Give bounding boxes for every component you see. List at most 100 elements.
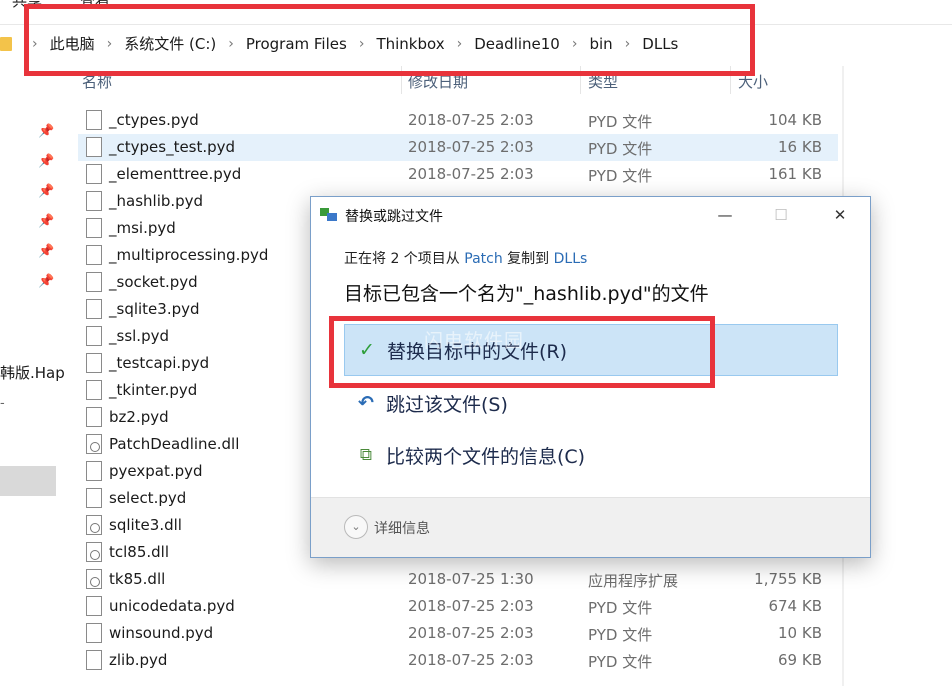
- file-name: sqlite3.dll: [109, 516, 182, 534]
- pin-icon[interactable]: 📌: [38, 184, 54, 199]
- file-name: _ctypes.pyd: [109, 111, 199, 129]
- copy-status: 正在将 2 个项目从 Patch 复制到 DLLs: [344, 248, 587, 268]
- close-button[interactable]: ✕: [826, 203, 854, 227]
- file-type: 应用程序扩展: [588, 572, 679, 590]
- dll-icon: [86, 434, 102, 454]
- file-icon: [86, 623, 102, 643]
- file-name: _tkinter.pyd: [109, 381, 198, 399]
- file-name: PatchDeadline.dll: [109, 435, 240, 453]
- pin-icon[interactable]: 📌: [38, 214, 54, 229]
- file-icon: [86, 191, 102, 211]
- file-row[interactable]: winsound.pyd 2018-07-25 2:03 PYD 文件 10 KB: [78, 620, 838, 647]
- file-type: PYD 文件: [588, 113, 653, 131]
- pin-icon[interactable]: 📌: [38, 124, 54, 139]
- compare-option-label: 比较两个文件的信息(C): [386, 445, 586, 468]
- file-name: _ssl.pyd: [109, 327, 169, 345]
- dll-icon: [86, 542, 102, 562]
- nav-item-selected[interactable]: [0, 466, 56, 496]
- nav-item-label[interactable]: 韩版.Hap: [0, 362, 65, 383]
- dialog-footer: ⌄ 详细信息: [311, 497, 870, 557]
- file-icon: [86, 299, 102, 319]
- dialog-titlebar[interactable]: 替换或跳过文件 — ☐ ✕: [311, 197, 870, 233]
- file-row[interactable]: _ctypes_test.pyd 2018-07-25 2:03 PYD 文件 16 …: [78, 134, 838, 161]
- file-row[interactable]: _elementtree.pyd 2018-07-25 2:03 PYD 文件 161…: [78, 161, 838, 188]
- file-name: _hashlib.pyd: [109, 192, 204, 210]
- file-icon: [86, 353, 102, 373]
- file-date: 2018-07-25 2:03: [408, 165, 534, 183]
- chevron-down-icon[interactable]: ⌄: [344, 515, 368, 539]
- skip-option-label: 跳过该文件(S): [386, 393, 508, 416]
- folder-icon: [0, 36, 12, 51]
- file-size: 674 KB: [768, 597, 822, 615]
- file-type: PYD 文件: [588, 653, 653, 671]
- file-icon: [86, 380, 102, 400]
- file-icon: [86, 218, 102, 238]
- file-icon: [86, 596, 102, 616]
- dialog-title: 替换或跳过文件: [345, 209, 443, 225]
- file-name: bz2.pyd: [109, 408, 169, 426]
- file-name: unicodedata.pyd: [109, 597, 235, 615]
- navigation-pane: 📌 📌 📌 📌 📌 📌 韩版.Hap -: [0, 64, 65, 686]
- file-name: _ctypes_test.pyd: [109, 138, 236, 156]
- file-size: 104 KB: [768, 111, 822, 129]
- file-size: 10 KB: [778, 624, 822, 642]
- copy-files-icon: [320, 208, 338, 222]
- file-row[interactable]: _ctypes.pyd 2018-07-25 2:03 PYD 文件 104 KB: [78, 107, 838, 134]
- compare-files-icon: ⧉: [359, 445, 373, 465]
- file-icon: [86, 137, 102, 157]
- file-icon: [86, 272, 102, 292]
- file-type: PYD 文件: [588, 599, 653, 617]
- file-icon: [86, 245, 102, 265]
- file-type: PYD 文件: [588, 626, 653, 644]
- pin-icon[interactable]: 📌: [38, 154, 54, 169]
- file-name: tk85.dll: [109, 570, 166, 588]
- file-icon: [86, 650, 102, 670]
- file-row[interactable]: unicodedata.pyd 2018-07-25 2:03 PYD 文件 674 …: [78, 593, 838, 620]
- file-icon: [86, 164, 102, 184]
- file-size: 16 KB: [778, 138, 822, 156]
- file-icon: [86, 110, 102, 130]
- file-name: _sqlite3.pyd: [109, 300, 200, 318]
- file-name: winsound.pyd: [109, 624, 214, 642]
- source-folder-link[interactable]: Patch: [464, 251, 502, 267]
- file-name: _msi.pyd: [109, 219, 176, 237]
- file-date: 2018-07-25 1:30: [408, 570, 534, 588]
- file-icon: [86, 461, 102, 481]
- file-name: pyexpat.pyd: [109, 462, 203, 480]
- pin-icon[interactable]: 📌: [38, 244, 54, 259]
- skip-arrow-icon: ↶: [358, 392, 374, 414]
- nav-item-dash: -: [0, 396, 5, 411]
- file-type: PYD 文件: [588, 167, 653, 185]
- file-icon: [86, 326, 102, 346]
- copy-status-middle: 复制到: [502, 251, 554, 267]
- dll-icon: [86, 569, 102, 589]
- file-name: zlib.pyd: [109, 651, 168, 669]
- copy-status-prefix: 正在将 2 个项目从: [344, 251, 465, 267]
- file-date: 2018-07-25 2:03: [408, 597, 534, 615]
- file-date: 2018-07-25 2:03: [408, 651, 534, 669]
- file-name: _elementtree.pyd: [109, 165, 242, 183]
- compare-option[interactable]: ⧉ 比较两个文件的信息(C): [344, 429, 838, 481]
- file-type: PYD 文件: [588, 140, 653, 158]
- file-date: 2018-07-25 2:03: [408, 111, 534, 129]
- dest-folder-link[interactable]: DLLs: [554, 251, 588, 267]
- file-size: 69 KB: [778, 651, 822, 669]
- pin-icon[interactable]: 📌: [38, 274, 54, 289]
- file-name: _testcapi.pyd: [109, 354, 210, 372]
- maximize-button[interactable]: ☐: [767, 203, 795, 227]
- file-name: _socket.pyd: [109, 273, 198, 291]
- more-details-label[interactable]: 详细信息: [374, 518, 430, 538]
- file-row[interactable]: tk85.dll 2018-07-25 1:30 应用程序扩展 1,755 KB: [78, 566, 838, 593]
- file-row[interactable]: zlib.pyd 2018-07-25 2:03 PYD 文件 69 KB: [78, 647, 838, 674]
- minimize-button[interactable]: —: [711, 203, 739, 227]
- dll-icon: [86, 515, 102, 535]
- annotation-box-replace: [329, 316, 715, 388]
- file-name: tcl85.dll: [109, 543, 170, 561]
- file-icon: [86, 407, 102, 427]
- file-icon: [86, 488, 102, 508]
- file-name: _multiprocessing.pyd: [109, 246, 269, 264]
- file-date: 2018-07-25 2:03: [408, 138, 534, 156]
- file-size: 1,755 KB: [754, 570, 822, 588]
- annotation-box-address: [24, 4, 755, 76]
- file-size: 161 KB: [768, 165, 822, 183]
